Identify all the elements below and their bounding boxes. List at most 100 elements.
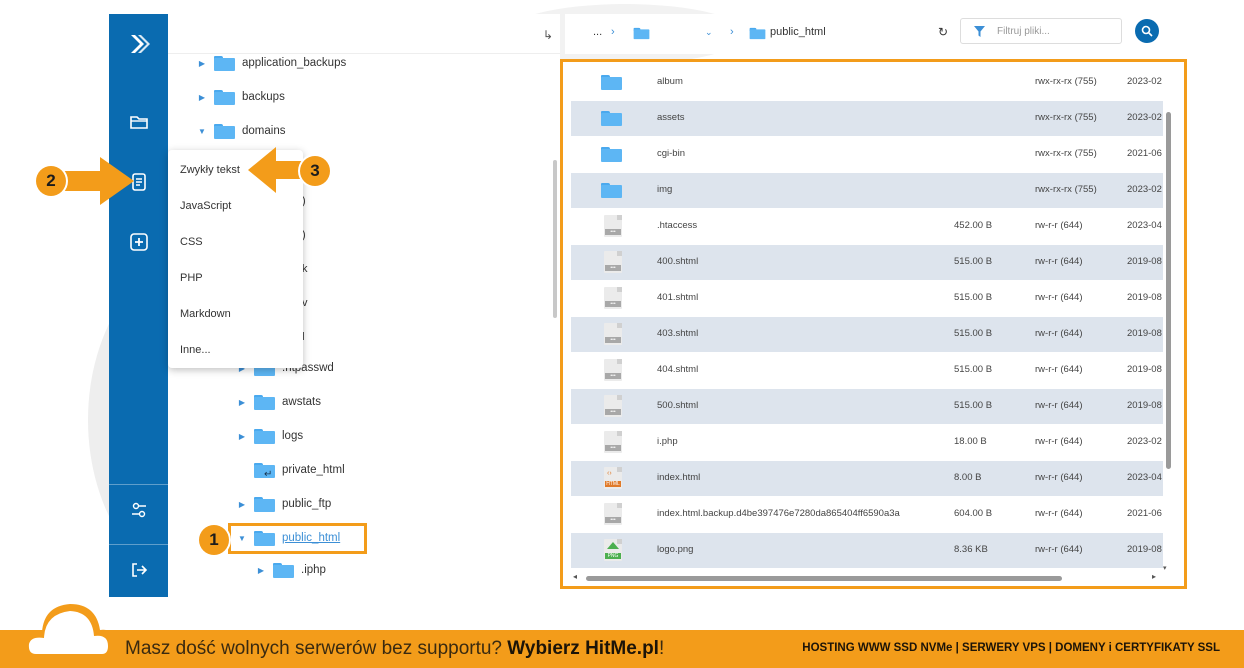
file-size: 515.00 B [954,328,993,339]
menu-item-css[interactable]: CSS [180,236,203,248]
file-permissions: rwx-rx-rx (755) [1035,148,1097,159]
file-row[interactable]: album rwx-rx-rx (755) 2023-02 [571,65,1163,100]
file-permissions: rwx-rx-rx (755) [1035,76,1097,87]
file-dots-icon: ••• [605,229,621,235]
folder-icon [601,147,622,162]
file-dots-icon: ••• [605,337,621,343]
chevron-down-icon[interactable]: ⌄ [705,27,713,38]
file-permissions: rw-r-r (644) [1035,220,1083,231]
file-row[interactable]: PNG logo.png 8.36 KB rw-r-r (644) 2019-08 [571,533,1163,568]
file-row[interactable]: ••• 401.shtml 515.00 B rw-r-r (644) 2019-08 [571,281,1163,316]
file-row[interactable]: ••• 403.shtml 515.00 B rw-r-r (644) 2019-08 [571,317,1163,352]
logo-icon[interactable] [109,24,168,64]
expand-icon[interactable]: ▶ [196,93,208,102]
file-list-vertical-scrollbar[interactable] [1166,112,1171,469]
step-badge-2: 2 [36,166,66,196]
scroll-left-icon[interactable]: ◂ [573,572,577,581]
scroll-right-icon[interactable]: ▸ [1152,572,1156,581]
folder-icon [601,75,622,90]
return-icon[interactable]: ↳ [543,28,553,42]
file-size: 18.00 B [954,436,987,447]
add-icon[interactable] [109,222,168,262]
search-button[interactable] [1135,19,1159,43]
file-dots-icon: ••• [605,409,621,415]
file-name: 400.shtml [657,256,699,267]
folder-icon [633,27,650,40]
tree-item[interactable]: ▶ backups [196,85,285,109]
breadcrumb-ellipsis[interactable]: ... [593,26,602,38]
file-row[interactable]: ••• index.html.backup.d4be397476e7280da86… [571,497,1163,532]
settings-icon[interactable] [109,490,168,530]
tree-item[interactable]: ▶ .iphp [255,558,326,582]
file-type-label: PNG [605,553,621,559]
tree-item[interactable]: ▶ logs [236,424,303,448]
scroll-down-icon[interactable]: ▾ [1163,564,1167,572]
folder-icon [273,562,294,578]
folder-icon[interactable] [109,102,168,142]
banner-brand-link[interactable]: Wybierz HitMe.pl [507,638,659,659]
tree-item[interactable]: ↵ private_html [236,458,345,482]
file-name: 404.shtml [657,364,699,375]
menu-item-php[interactable]: PHP [180,272,203,284]
file-icon: ••• [604,323,622,345]
file-list-horizontal-scrollbar[interactable] [586,576,1062,581]
menu-item-javascript[interactable]: JavaScript [180,200,231,212]
file-date: 2023-02 [1127,184,1162,195]
file-icon: ••• [604,215,622,237]
tree-toolbar: ↳ [168,14,560,54]
tree-scrollbar-thumb[interactable] [553,160,557,318]
file-row[interactable]: ••• 500.shtml 515.00 B rw-r-r (644) 2019-08 [571,389,1163,424]
file-permissions: rwx-rx-rx (755) [1035,184,1097,195]
file-name: assets [657,112,685,123]
file-row[interactable]: ••• i.php 18.00 B rw-r-r (644) 2023-02 [571,425,1163,460]
file-name: logo.png [657,544,694,555]
folder-icon [254,496,275,512]
file-date: 2023-02 [1127,112,1162,123]
file-row[interactable]: cgi-bin rwx-rx-rx (755) 2021-06 [571,137,1163,172]
breadcrumb-current[interactable]: public_html [770,26,826,38]
tree-item[interactable]: ▼ domains [196,119,285,143]
expand-icon[interactable]: ▶ [236,432,248,441]
file-date: 2021-06 [1127,508,1162,519]
menu-item-markdown[interactable]: Markdown [180,308,231,320]
expand-icon[interactable]: ▶ [236,500,248,509]
folder-icon [601,111,622,126]
file-icon: ••• [604,395,622,417]
file-size: 8.00 B [954,472,982,483]
expand-icon[interactable]: ▶ [196,59,208,68]
file-row[interactable]: img rwx-rx-rx (755) 2023-02 [571,173,1163,208]
menu-item-other[interactable]: Inne... [180,344,211,356]
promo-banner: Masz dość wolnych serwerów bez supportu?… [0,604,1244,668]
file-icon: ••• [604,503,622,525]
folder-icon [601,183,622,198]
menu-item-plain-text[interactable]: Zwykły tekst [180,164,240,176]
file-row[interactable]: ••• 400.shtml 515.00 B rw-r-r (644) 2019-08 [571,245,1163,280]
file-row[interactable]: ••• 404.shtml 515.00 B rw-r-r (644) 2019-08 [571,353,1163,388]
file-permissions: rw-r-r (644) [1035,364,1083,375]
file-date: 2023-04 [1127,472,1162,483]
file-row[interactable]: ••• .htaccess 452.00 B rw-r-r (644) 2023-04 [571,209,1163,244]
tree-item-label: application_backups [242,57,347,69]
file-name: cgi-bin [657,148,685,159]
banner-text-end: ! [658,638,665,659]
file-permissions: rw-r-r (644) [1035,508,1083,519]
tree-item[interactable]: ▶ application_backups [196,51,346,75]
collapse-icon[interactable]: ▼ [196,127,208,136]
sidebar [109,14,168,597]
tree-item[interactable]: ▶ awstats [236,390,321,414]
image-file-icon: PNG [604,539,622,561]
logout-icon[interactable] [109,550,168,590]
file-row[interactable]: ‹› HTML index.html 8.00 B rw-r-r (644) 2023-0… [571,461,1163,496]
expand-icon[interactable]: ▶ [255,566,267,575]
file-row[interactable]: assets rwx-rx-rx (755) 2023-02 [571,101,1163,136]
expand-icon[interactable]: ▶ [236,398,248,407]
file-permissions: rw-r-r (644) [1035,328,1083,339]
file-name: 401.shtml [657,292,699,303]
filter-input[interactable]: Filtruj pliki... [960,18,1122,44]
file-name: 403.shtml [657,328,699,339]
html-file-icon: ‹› HTML [604,467,622,489]
tree-item-label: public_ftp [282,498,332,510]
refresh-icon[interactable]: ↻ [938,25,948,39]
file-permissions: rw-r-r (644) [1035,436,1083,447]
tree-item[interactable]: ▶ public_ftp [236,492,331,516]
